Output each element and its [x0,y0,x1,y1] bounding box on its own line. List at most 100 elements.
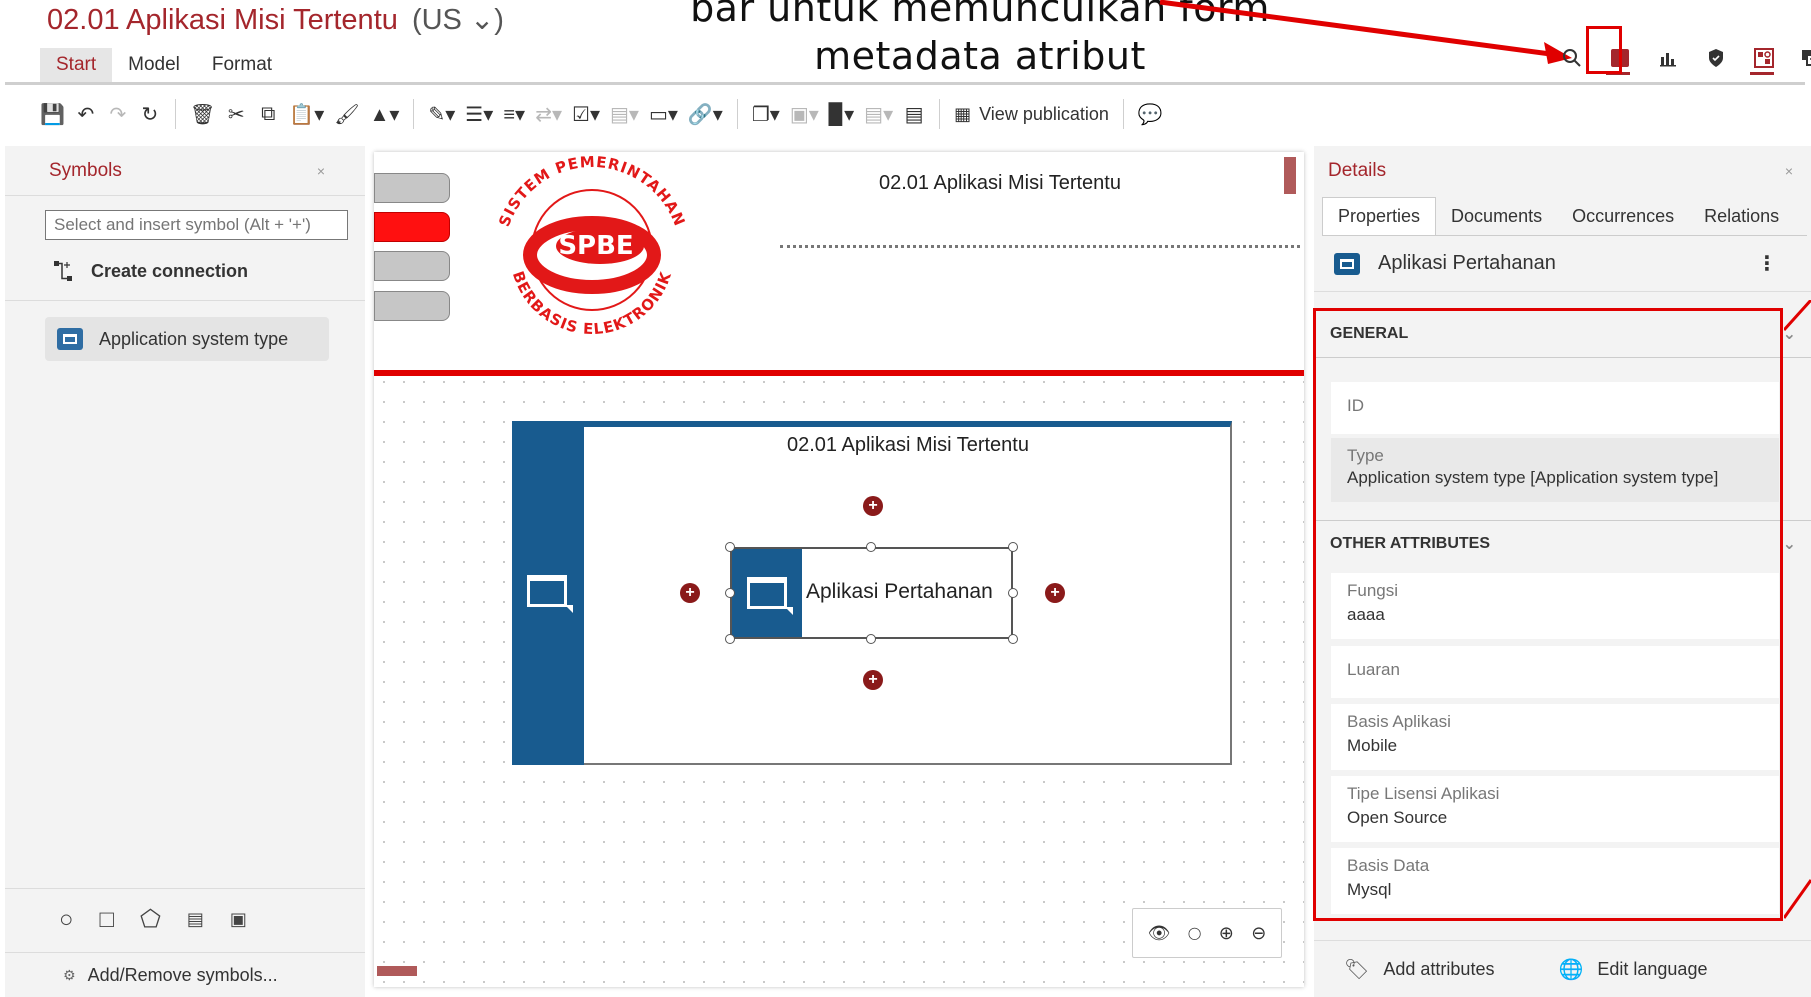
assign-icon[interactable]: ▤▾ [610,102,639,127]
resize-handle[interactable] [725,542,735,552]
distribute-icon[interactable]: ▤▾ [864,102,893,127]
properties-icon[interactable]: ▤ [903,102,925,127]
undo-icon[interactable]: ↶ [75,102,97,127]
create-connection-button[interactable]: Create connection [53,254,365,288]
resize-handle[interactable] [1008,542,1018,552]
globe-icon: 🌐 [1558,958,1584,981]
vertical-scroll-marker[interactable] [1284,157,1296,194]
diagram-header-title: 02.01 Aplikasi Misi Tertentu [879,172,1121,194]
symbol-item-label: Application system type [99,328,289,349]
image-shape-icon[interactable]: ▣ [230,909,247,930]
group-container-sidebar [512,421,584,765]
connection-icon [54,261,72,281]
attributes-highlight-box [1313,308,1783,921]
resize-handle[interactable] [1008,588,1018,598]
add-attributes-button[interactable]: Add attributes [1383,959,1494,980]
details-panel-header: Details × [1314,146,1811,196]
copy-icon[interactable]: ⧉ [257,103,279,126]
add-connected-object-right[interactable]: + [1045,583,1065,603]
details-icon-highlight [1586,26,1622,74]
align-icon[interactable]: ▉▾ [829,102,854,127]
legend-pill-active [374,212,450,242]
tab-start[interactable]: Start [40,48,113,82]
gear-icon: ⚙ [63,966,76,983]
resize-handle[interactable] [866,542,876,552]
tab-model[interactable]: Model [112,48,196,82]
zoom-in-icon[interactable]: ⊕ [1219,923,1234,944]
close-icon[interactable]: × [317,163,325,179]
symbols-palette-icon[interactable] [1750,46,1776,75]
fill-color-icon[interactable]: ▲▾ [370,102,400,127]
resize-handle[interactable] [866,634,876,644]
details-footer: 🏷 Add attributes 🌐 Edit language [1314,940,1811,997]
toolbar-separator [174,99,176,129]
text-box-icon[interactable]: ▤ [187,909,204,930]
comments-icon[interactable] [1800,46,1811,70]
add-comment-icon[interactable]: 💬 [1138,102,1163,127]
selected-object-header: Aplikasi Pertahanan ⋮ [1314,236,1811,292]
toolbar-separator [939,99,941,129]
shield-icon[interactable] [1704,46,1728,70]
link-icon[interactable]: 🔗▾ [688,102,723,127]
model-title: 02.01 Aplikasi Misi Tertentu (US ⌄) [47,2,504,37]
spbe-logo: SPBE SISTEM PEMERINTAHAN BERBASIS ELEKTR… [495,153,688,338]
save-icon[interactable]: 💾 [40,102,65,127]
tab-documents[interactable]: Documents [1436,198,1557,235]
pentagon-shape-icon[interactable]: ⬠ [140,905,161,934]
resize-handle[interactable] [1008,634,1018,644]
shape-icon[interactable]: ▭▾ [649,102,678,127]
edit-shape-icon[interactable]: ☑▾ [572,102,600,127]
language-selector[interactable]: (US ⌄) [412,4,504,36]
symbols-panel-title: Symbols [49,159,122,181]
legend-pill [374,291,450,321]
highlight-callout-lines [1784,300,1811,919]
close-icon[interactable]: × [1785,163,1793,179]
more-options-icon[interactable]: ⋮ [1757,251,1777,276]
edit-language-button[interactable]: Edit language [1597,959,1707,980]
connector-icon[interactable]: ⇄▾ [535,102,562,127]
horizontal-scroll-marker[interactable] [377,966,417,976]
chart-icon[interactable] [1656,46,1680,70]
group-icon[interactable]: ▣▾ [790,102,819,127]
rectangle-shape-icon[interactable]: □ [100,906,115,934]
details-panel-title: Details [1328,160,1387,181]
refresh-icon[interactable]: ↻ [139,102,161,127]
tab-occurrences[interactable]: Occurrences [1557,198,1689,235]
ribbon-tabs: Start Model Format [40,48,288,82]
line-style-icon[interactable]: ☰▾ [465,102,493,127]
header-separator-line [374,370,1304,376]
tab-relations[interactable]: Relations [1689,198,1794,235]
arrange-icon[interactable]: ❐▾ [752,102,780,127]
circle-shape-icon[interactable]: ○ [59,906,74,934]
resize-handle[interactable] [725,634,735,644]
details-tabs: Properties Documents Occurrences Relatio… [1322,196,1807,236]
object-sidebar [732,549,802,637]
format-painter-icon[interactable]: 🖌 [334,102,359,127]
zoom-controls: 👁 ◯ ⊕ ⊖ [1132,908,1282,958]
tag-icon: 🏷 [1344,958,1370,981]
view-publication-label: View publication [979,103,1109,124]
ribbon-divider [5,82,1805,85]
zoom-100-icon[interactable]: ◯ [1188,926,1201,940]
resize-handle[interactable] [725,588,735,598]
add-connected-object-left[interactable]: + [680,583,700,603]
line-color-icon[interactable]: ✎▾ [428,102,455,127]
toolbar-separator [413,99,415,129]
symbol-item-application-system-type[interactable]: Application system type [45,317,329,361]
line-weight-icon[interactable]: ≡▾ [503,102,525,127]
paste-icon[interactable]: 📋▾ [289,102,324,127]
tab-format[interactable]: Format [196,48,288,82]
redo-icon[interactable]: ↷ [107,102,129,127]
symbol-search-input[interactable] [45,210,348,240]
view-publication-button[interactable]: ▦ View publication [954,104,1109,125]
add-connected-object-top[interactable]: + [863,496,883,516]
zoom-out-icon[interactable]: ⊖ [1251,923,1266,944]
search-icon[interactable] [1560,46,1584,70]
add-remove-symbols-button[interactable]: ⚙ Add/Remove symbols... [5,952,365,997]
application-window-icon [527,575,573,613]
delete-icon[interactable]: 🗑 [190,102,215,127]
eye-icon[interactable]: 👁 [1148,923,1171,944]
tab-properties[interactable]: Properties [1322,197,1437,235]
add-connected-object-bottom[interactable]: + [863,670,883,690]
cut-icon[interactable]: ✂ [225,102,247,127]
